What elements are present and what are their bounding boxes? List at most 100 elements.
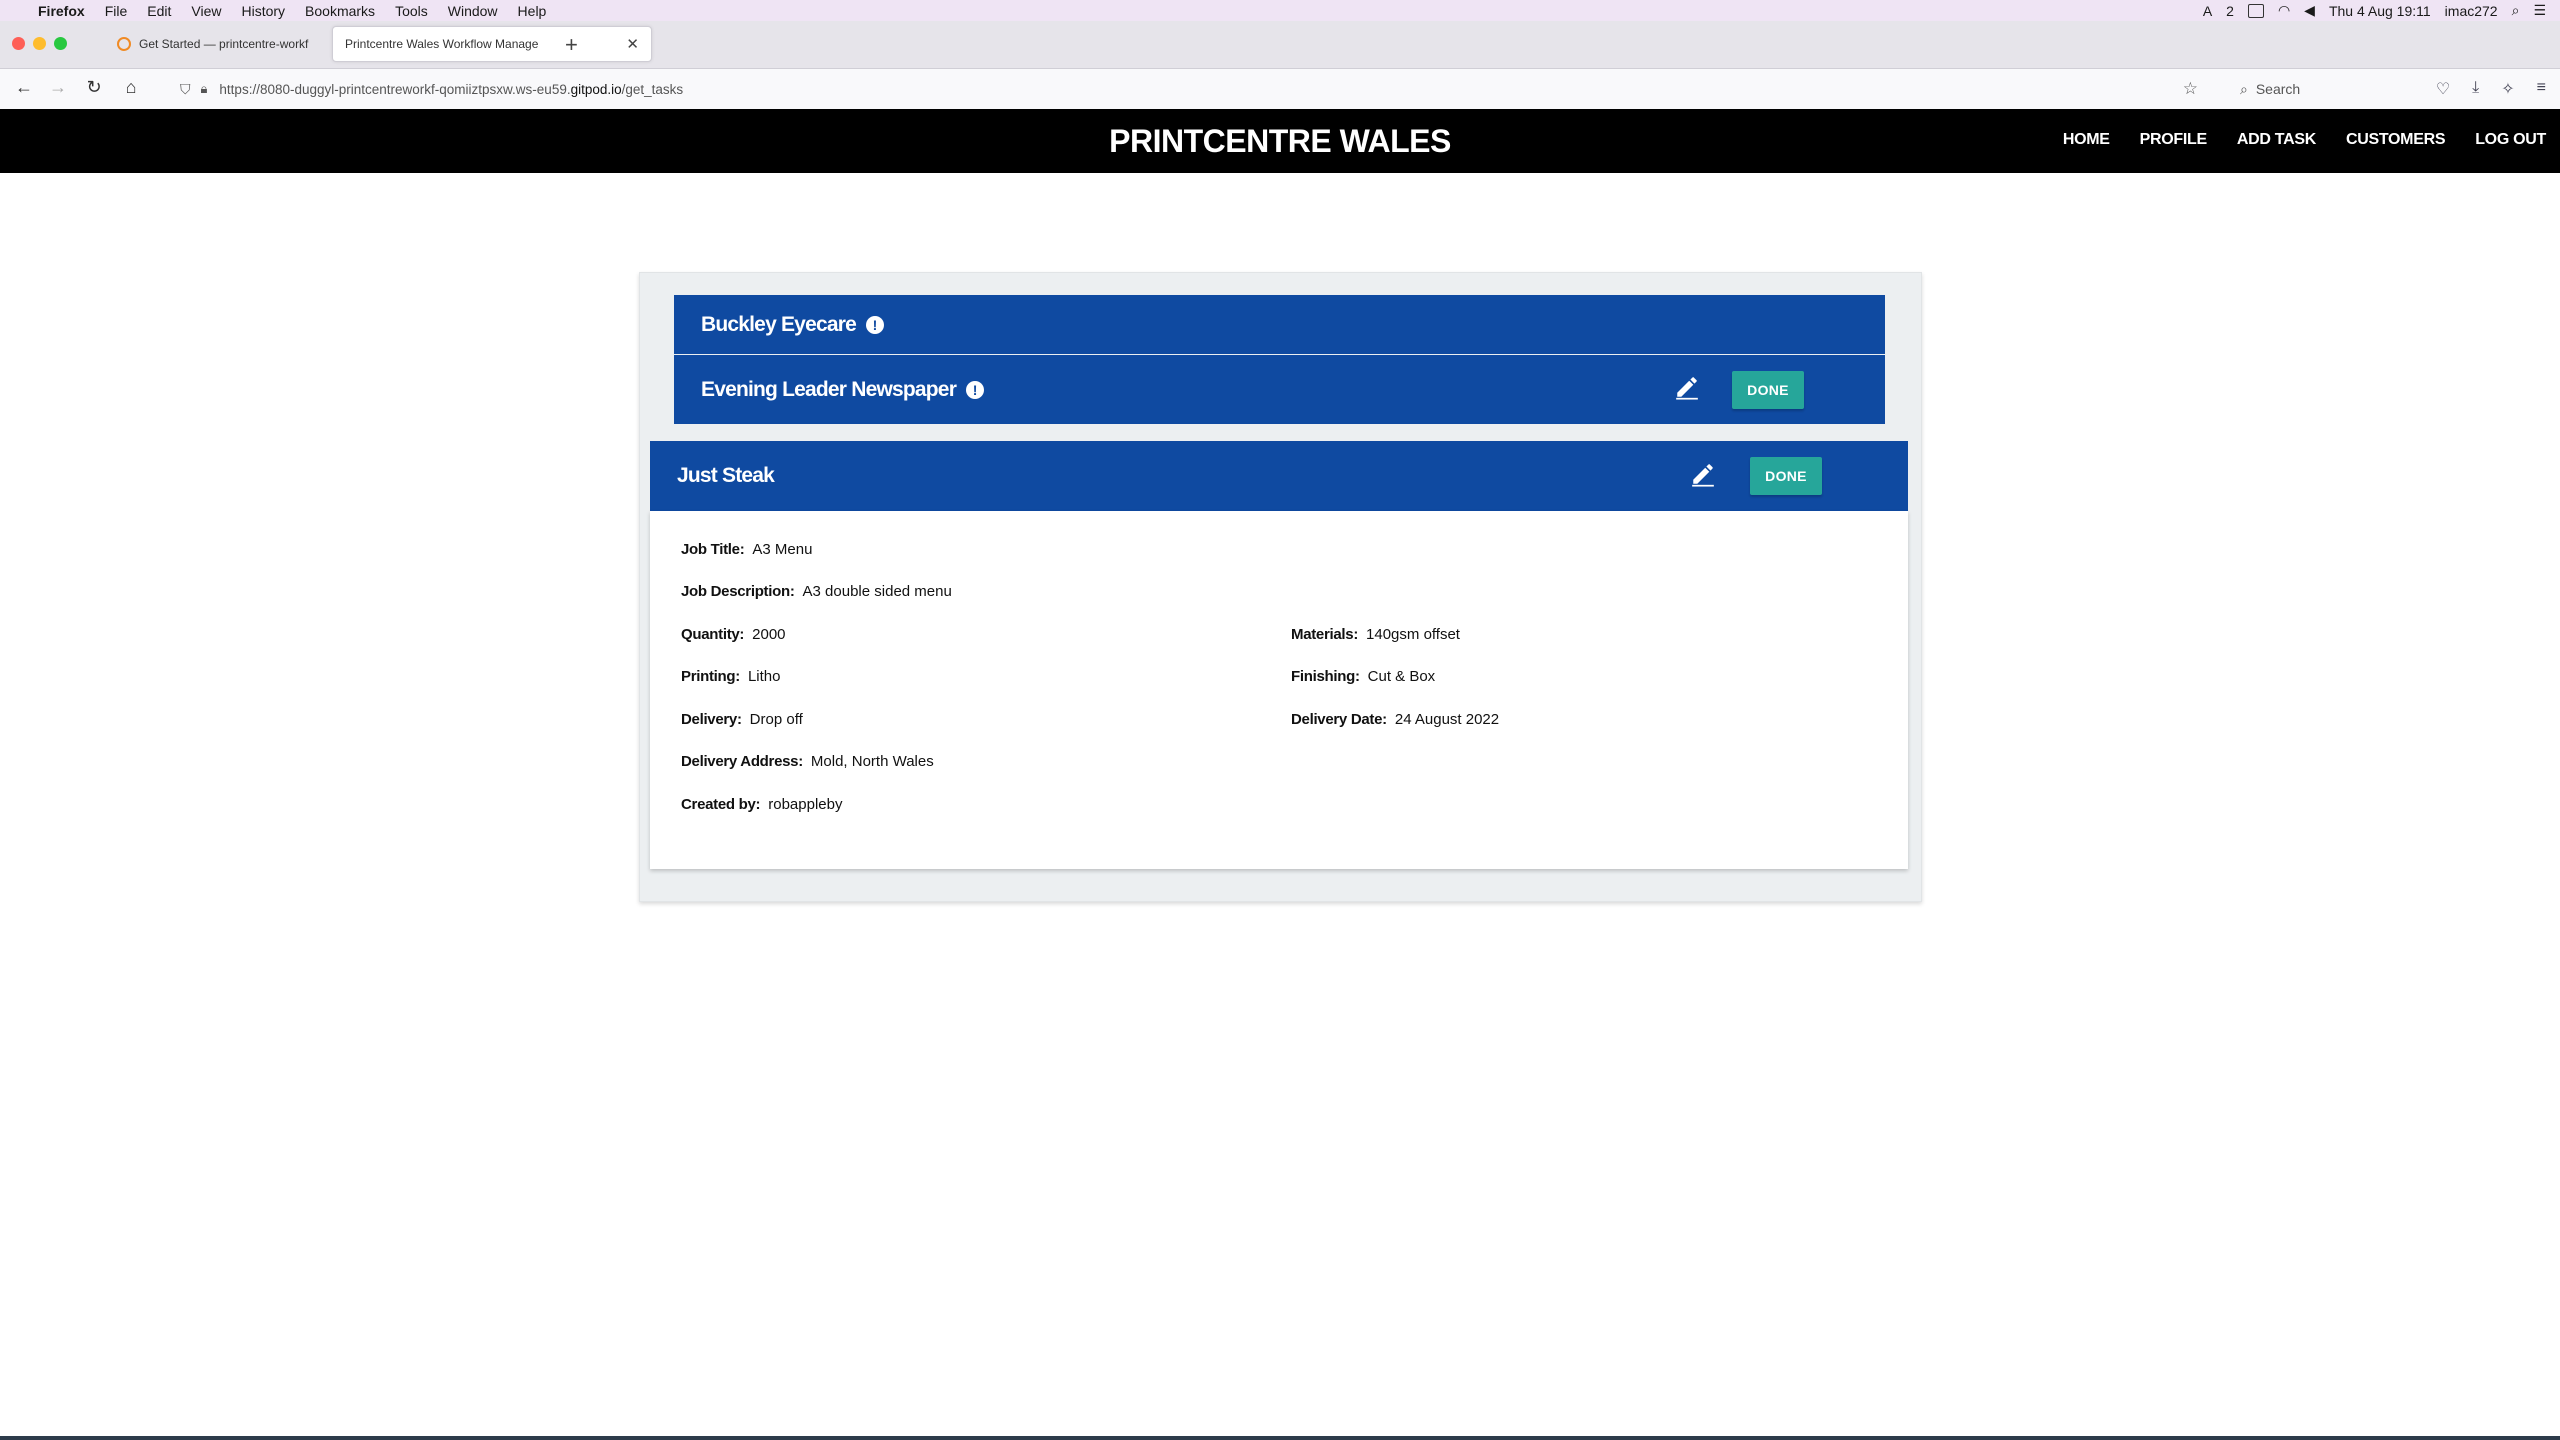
- task-header-just-steak[interactable]: Just Steak DONE: [650, 441, 1908, 511]
- field-finishing: Finishing: Cut & Box: [1291, 668, 1435, 685]
- task-header-evening-leader[interactable]: Evening Leader Newspaper ! DONE: [674, 355, 1885, 424]
- extensions-icon[interactable]: ✧: [2501, 79, 2514, 99]
- field-delivery-date: Delivery Date: 24 August 2022: [1291, 711, 1499, 728]
- task-header-buckley-eyecare[interactable]: Buckley Eyecare !: [674, 295, 1885, 354]
- control-center-icon[interactable]: ☰: [2533, 2, 2546, 19]
- window-controls: [12, 37, 75, 50]
- field-value: 2000: [752, 626, 786, 643]
- menu-bookmarks[interactable]: Bookmarks: [305, 3, 375, 19]
- url-path: /get_tasks: [621, 81, 684, 97]
- menu-firefox[interactable]: Firefox: [38, 3, 85, 19]
- field-job-title: Job Title: A3 Menu: [681, 541, 812, 558]
- field-label: Materials:: [1291, 626, 1359, 643]
- field-delivery: Delivery: Drop off: [681, 711, 803, 728]
- menu-view[interactable]: View: [191, 3, 221, 19]
- search-icon: ⌕: [2240, 80, 2248, 97]
- status-area: A 2 ◠ ◀ Thu 4 Aug 19:11 imac272 ⌕ ☰: [2203, 0, 2560, 21]
- status-badge: 2: [2226, 2, 2234, 19]
- field-label: Quantity:: [681, 626, 745, 643]
- field-label: Printing:: [681, 668, 740, 685]
- close-window-button[interactable]: [12, 37, 25, 50]
- spotlight-icon[interactable]: ⌕: [2512, 2, 2520, 19]
- adobe-icon[interactable]: A: [2203, 3, 2212, 19]
- field-value: 140gsm offset: [1366, 626, 1460, 643]
- urgent-icon: !: [966, 380, 985, 399]
- nav-log-out[interactable]: LOG OUT: [2475, 131, 2546, 149]
- tab-strip: Get Started — printcentre-workf ✕ Printc…: [0, 21, 2560, 69]
- field-label: Delivery Address:: [681, 753, 803, 770]
- edit-pencil-icon[interactable]: [1674, 374, 1700, 400]
- home-icon[interactable]: ⌂: [119, 77, 143, 98]
- task-customer-name: Just Steak: [677, 464, 775, 487]
- field-label: Finishing:: [1291, 668, 1360, 685]
- lock-icon[interactable]: 🔒︎: [201, 81, 208, 97]
- menu-icon[interactable]: ≡: [2537, 79, 2546, 99]
- field-quantity: Quantity: 2000: [681, 626, 786, 643]
- field-value: Cut & Box: [1367, 668, 1436, 685]
- dock-edge: [0, 1436, 2560, 1440]
- urgent-icon: !: [865, 315, 884, 334]
- done-button[interactable]: DONE: [1750, 457, 1822, 495]
- forward-arrow-icon[interactable]: →: [46, 77, 70, 98]
- field-label: Delivery:: [681, 711, 742, 728]
- user-name[interactable]: imac272: [2445, 3, 2498, 19]
- field-value: A3 double sided menu: [802, 583, 952, 600]
- url-host: gitpod.io: [570, 81, 622, 97]
- reload-icon[interactable]: ↻: [82, 77, 106, 98]
- shield-icon[interactable]: ⛉: [180, 81, 191, 98]
- site-header: PRINTCENTRE WALES HOME PROFILE ADD TASK …: [0, 109, 2560, 173]
- menu-window[interactable]: Window: [448, 3, 498, 19]
- task-customer-name: Evening Leader Newspaper: [701, 377, 957, 401]
- menu-history[interactable]: History: [241, 3, 285, 19]
- field-value: 24 August 2022: [1394, 711, 1500, 728]
- back-arrow-icon[interactable]: ←: [12, 77, 36, 98]
- menu-file[interactable]: File: [105, 3, 128, 19]
- minimize-window-button[interactable]: [33, 37, 46, 50]
- field-materials: Materials: 140gsm offset: [1291, 626, 1460, 643]
- field-label: Created by:: [681, 796, 761, 813]
- tab-printcentre[interactable]: Printcentre Wales Workflow Manage ✕: [332, 26, 652, 62]
- field-value: Litho: [747, 668, 781, 685]
- nav-add-task[interactable]: ADD TASK: [2237, 131, 2316, 149]
- field-created-by: Created by: robappleby: [681, 796, 842, 813]
- field-label: Job Description:: [681, 583, 795, 600]
- zoom-window-button[interactable]: [54, 37, 67, 50]
- field-value: Mold, North Wales: [810, 753, 934, 770]
- url-bar[interactable]: ⛉ 🔒︎ https://8080-duggyl-printcentrework…: [168, 74, 2198, 104]
- task-details: Job Title: A3 Menu Job Description: A3 dou…: [650, 511, 1908, 869]
- bookmark-star-icon[interactable]: ☆: [2183, 79, 2198, 99]
- menu-tools[interactable]: Tools: [395, 3, 428, 19]
- gitpod-favicon-icon: [117, 37, 131, 51]
- field-value: A3 Menu: [752, 541, 813, 558]
- field-value: Drop off: [749, 711, 803, 728]
- task-customer-name: Buckley Eyecare: [701, 312, 857, 336]
- done-button[interactable]: DONE: [1732, 371, 1804, 409]
- field-value: robappleby: [768, 796, 843, 813]
- wifi-icon[interactable]: ◠: [2278, 2, 2290, 19]
- menu-help[interactable]: Help: [518, 3, 547, 19]
- field-label: Delivery Date:: [1291, 711, 1387, 728]
- field-delivery-address: Delivery Address: Mold, North Wales: [681, 753, 934, 770]
- edit-pencil-icon[interactable]: [1690, 461, 1716, 487]
- browser-toolbar: ← → ↻ ⌂ ⛉ 🔒︎ https://8080-duggyl-printce…: [0, 69, 2560, 110]
- nav-home[interactable]: HOME: [2063, 131, 2110, 149]
- menu-edit[interactable]: Edit: [147, 3, 171, 19]
- download-icon[interactable]: ⤓: [2472, 79, 2479, 99]
- search-placeholder: Search: [2255, 81, 2301, 97]
- toolbar-icons: ♡ ⤓ ✧ ≡: [2414, 79, 2546, 99]
- nav-profile[interactable]: PROFILE: [2140, 131, 2208, 149]
- pocket-icon[interactable]: ♡: [2436, 79, 2450, 99]
- volume-icon[interactable]: ◀: [2304, 2, 2315, 19]
- macos-menubar: Firefox File Edit View History Bookmarks…: [0, 0, 2560, 21]
- field-job-description: Job Description: A3 double sided menu: [681, 583, 952, 600]
- site-nav: HOME PROFILE ADD TASK CUSTOMERS LOG OUT: [2033, 131, 2546, 149]
- url-prefix: https://8080-duggyl-printcentreworkf-qom…: [219, 81, 571, 97]
- field-printing: Printing: Litho: [681, 668, 781, 685]
- nav-customers[interactable]: CUSTOMERS: [2346, 131, 2446, 149]
- search-input[interactable]: ⌕ Search: [2240, 74, 2390, 104]
- new-tab-icon[interactable]: +: [565, 32, 578, 58]
- field-label: Job Title:: [681, 541, 745, 558]
- close-tab-icon[interactable]: ✕: [626, 35, 639, 53]
- clock-text[interactable]: Thu 4 Aug 19:11: [2329, 3, 2431, 19]
- display-icon[interactable]: [2247, 3, 2264, 18]
